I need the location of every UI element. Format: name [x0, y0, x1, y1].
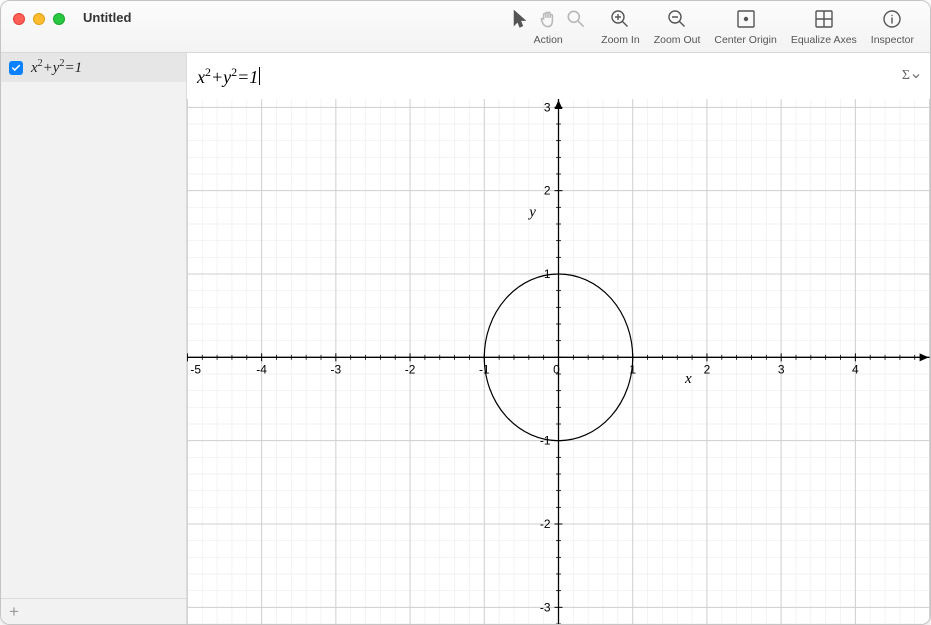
main-area: x2+y2=1 Σ -5-4-3-2-1012345-3-2-1123xy: [187, 53, 930, 624]
zoom-in-label: Zoom In: [601, 34, 640, 46]
inspector-button[interactable]: Inspector: [871, 5, 914, 46]
equation-sidebar: x2+y2=1 +: [1, 53, 187, 624]
center-origin-label: Center Origin: [714, 34, 776, 46]
equation-text: x2+y2=1: [31, 58, 82, 77]
zoom-in-icon: [609, 8, 631, 30]
zoom-in-button[interactable]: Zoom In: [601, 5, 640, 46]
svg-text:-3: -3: [331, 362, 342, 376]
equalize-axes-label: Equalize Axes: [791, 34, 857, 46]
svg-text:3: 3: [544, 100, 551, 114]
zoom-tool-icon[interactable]: [565, 8, 587, 30]
formula-bar: x2+y2=1 Σ: [187, 53, 930, 99]
svg-text:2: 2: [704, 362, 711, 376]
svg-text:-5: -5: [190, 362, 201, 376]
minimize-window-button[interactable]: [33, 13, 45, 25]
inspector-label: Inspector: [871, 34, 914, 46]
svg-text:-1: -1: [540, 434, 551, 448]
svg-text:2: 2: [544, 184, 551, 198]
svg-text:-2: -2: [540, 517, 551, 531]
window-title: Untitled: [83, 10, 131, 25]
svg-text:4: 4: [852, 362, 859, 376]
close-window-button[interactable]: [13, 13, 25, 25]
sigma-menu-button[interactable]: Σ: [902, 68, 920, 84]
plot-area[interactable]: -5-4-3-2-1012345-3-2-1123xy: [187, 99, 930, 624]
formula-input[interactable]: x2+y2=1: [197, 65, 260, 88]
svg-text:x: x: [684, 371, 692, 387]
equation-list: x2+y2=1: [1, 53, 186, 598]
zoom-out-label: Zoom Out: [654, 34, 701, 46]
plot-canvas: -5-4-3-2-1012345-3-2-1123xy: [187, 99, 930, 624]
add-equation-button[interactable]: +: [9, 603, 19, 620]
sigma-icon: Σ: [902, 68, 910, 84]
text-cursor: [259, 67, 260, 85]
toolbar: Action Zoom In Zoom Out Ce: [503, 5, 920, 46]
center-origin-button[interactable]: Center Origin: [714, 5, 776, 46]
svg-text:3: 3: [778, 362, 785, 376]
pointer-tool-icon[interactable]: [509, 8, 531, 30]
sidebar-footer: +: [1, 598, 186, 624]
svg-text:0: 0: [553, 362, 560, 376]
inspector-icon: [881, 8, 903, 30]
content-area: x2+y2=1 + x2+y2=1 Σ -5-4-3-2-1012: [1, 53, 930, 624]
hand-tool-icon[interactable]: [537, 8, 559, 30]
svg-text:-2: -2: [405, 362, 416, 376]
zoom-out-button[interactable]: Zoom Out: [654, 5, 701, 46]
equalize-axes-icon: [813, 8, 835, 30]
formula-text: x2+y2=1: [197, 65, 258, 88]
app-window: Untitled Action: [0, 0, 931, 625]
titlebar: Untitled Action: [1, 1, 930, 53]
action-toolgroup: Action: [509, 5, 587, 46]
svg-text:-4: -4: [256, 362, 267, 376]
zoom-out-icon: [666, 8, 688, 30]
equation-list-item[interactable]: x2+y2=1: [1, 53, 186, 82]
svg-text:-3: -3: [540, 600, 551, 614]
fullscreen-window-button[interactable]: [53, 13, 65, 25]
center-origin-icon: [735, 8, 757, 30]
equation-visibility-checkbox[interactable]: [9, 61, 23, 75]
window-controls: [1, 1, 75, 25]
svg-text:y: y: [527, 204, 536, 220]
equalize-axes-button[interactable]: Equalize Axes: [791, 5, 857, 46]
action-label: Action: [534, 34, 563, 46]
chevron-down-icon: [912, 72, 920, 80]
